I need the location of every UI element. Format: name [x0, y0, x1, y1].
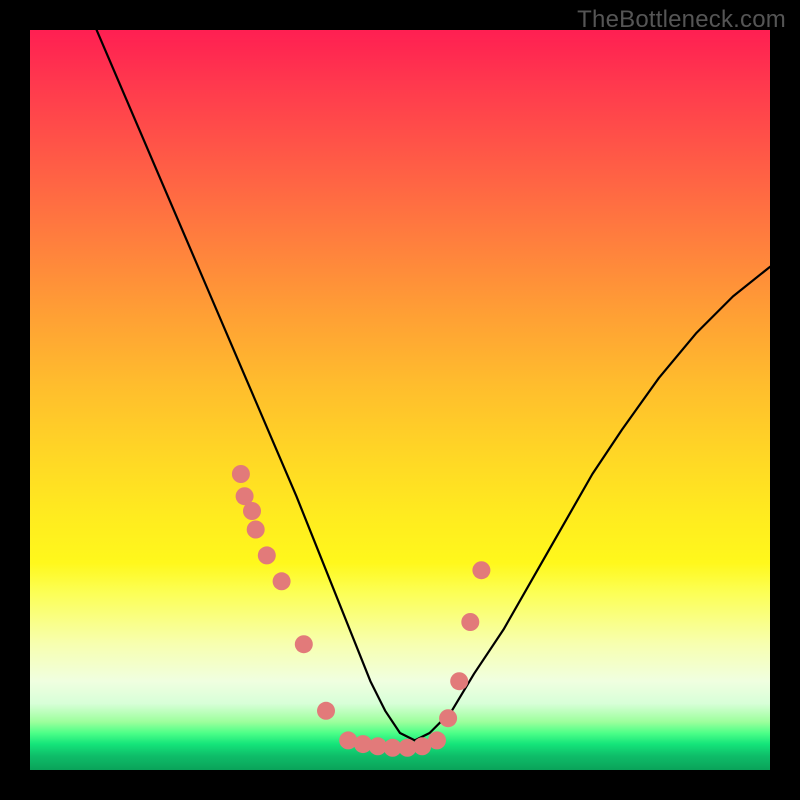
data-point: [472, 561, 490, 579]
plot-area: [30, 30, 770, 770]
bottleneck-curve: [97, 30, 770, 740]
data-point: [247, 521, 265, 539]
data-point: [450, 672, 468, 690]
data-point: [243, 502, 261, 520]
data-point: [295, 635, 313, 653]
data-point: [461, 613, 479, 631]
data-point: [317, 702, 335, 720]
chart-svg: [30, 30, 770, 770]
watermark-text: TheBottleneck.com: [577, 6, 786, 34]
data-point: [273, 572, 291, 590]
data-point: [428, 731, 446, 749]
outer-frame: TheBottleneck.com: [0, 0, 800, 800]
data-point: [232, 465, 250, 483]
gpu-data-points: [232, 465, 491, 757]
data-point: [439, 709, 457, 727]
data-point: [258, 546, 276, 564]
